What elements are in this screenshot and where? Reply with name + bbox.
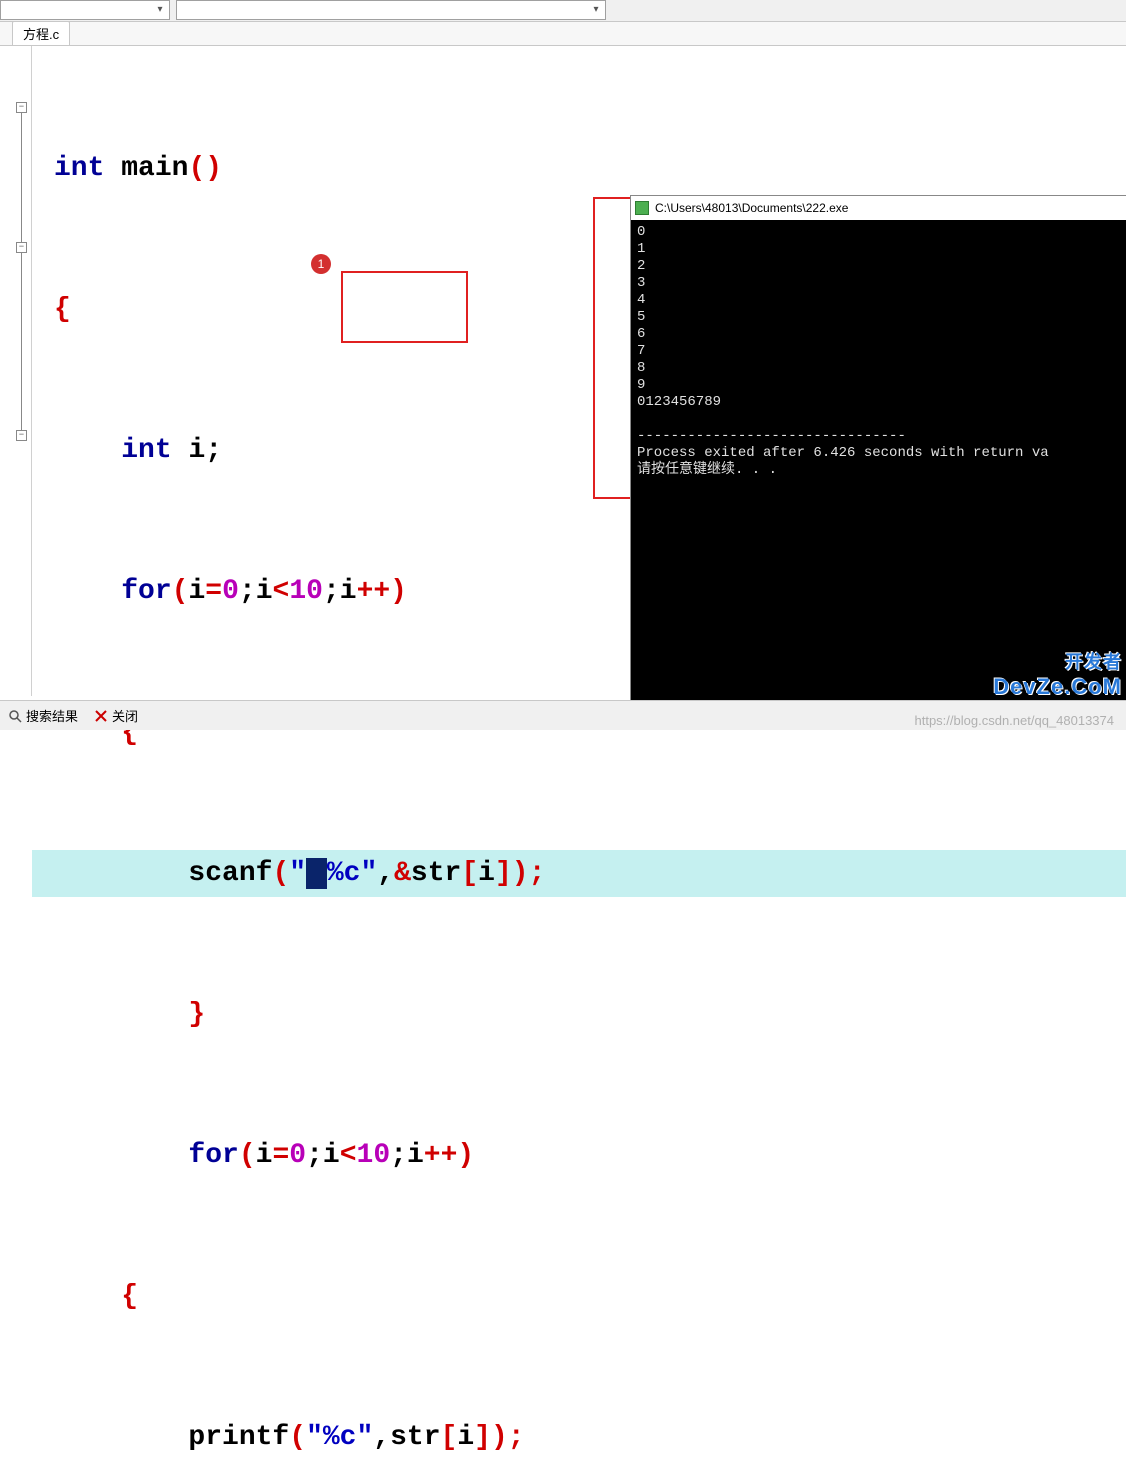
code-line: for(i=0;i<10;i++) — [32, 1132, 1126, 1179]
watermark-url: https://blog.csdn.net/qq_48013374 — [915, 713, 1115, 728]
dropdown-2[interactable]: ▾ — [176, 0, 606, 20]
search-results-icon — [8, 709, 22, 723]
gutter: − − − — [0, 46, 32, 696]
code-line: int main() — [32, 145, 1126, 192]
status-tab-close[interactable]: 关闭 — [86, 703, 146, 728]
status-tab-label: 关闭 — [112, 706, 138, 725]
code-line-highlighted: scanf(" %c",&str[i]); — [32, 850, 1126, 897]
status-tab-search-results[interactable]: 搜索结果 — [0, 703, 86, 728]
fold-minus-icon[interactable]: − — [16, 102, 27, 113]
status-tab-label: 搜索结果 — [26, 706, 78, 725]
toolbar: ▾ ▾ — [0, 0, 1126, 22]
code-line: } — [32, 991, 1126, 1038]
code-line: printf("%c",str[i]); — [32, 1414, 1126, 1460]
console-body[interactable]: 0 1 2 3 4 5 6 7 8 9 0123456789 ---------… — [631, 220, 1126, 483]
fold-guide — [21, 253, 22, 433]
app-icon — [635, 201, 649, 215]
tab-file[interactable]: 方程.c — [12, 21, 70, 45]
dropdown-1[interactable]: ▾ — [0, 0, 170, 20]
console-title-text: C:\Users\48013\Documents\222.exe — [655, 201, 848, 215]
console-titlebar[interactable]: C:\Users\48013\Documents\222.exe — [631, 196, 1126, 220]
fold-minus-icon[interactable]: − — [16, 430, 27, 441]
fold-minus-icon[interactable]: − — [16, 242, 27, 253]
tab-bar: 方程.c — [0, 22, 1126, 46]
fold-guide — [21, 113, 22, 248]
selection — [306, 858, 327, 889]
watermark-logo: 开发者 DevZe.CoM — [993, 648, 1122, 700]
chevron-down-icon: ▾ — [153, 3, 167, 17]
close-icon — [94, 709, 108, 723]
code-line: { — [32, 1273, 1126, 1320]
chevron-down-icon: ▾ — [589, 3, 603, 17]
annotation-marker: 1 — [311, 254, 331, 274]
